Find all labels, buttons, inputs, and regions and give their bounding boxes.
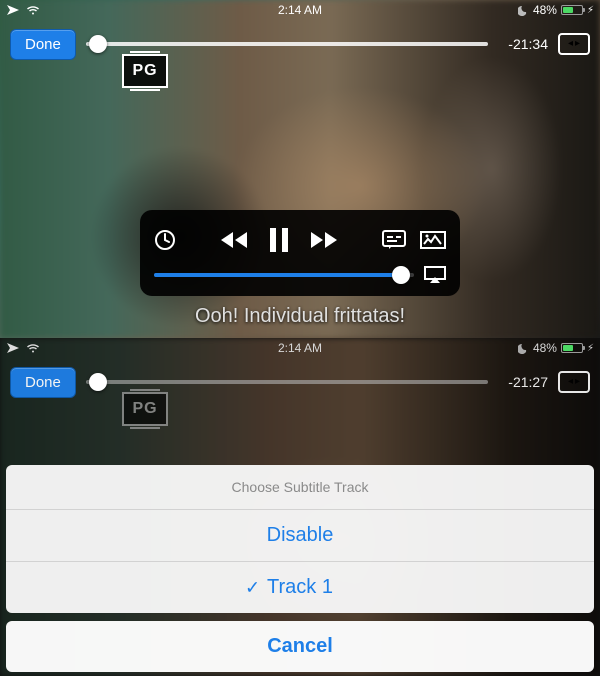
status-bar: 2:14 AM 48% ⚡︎ bbox=[0, 338, 600, 358]
status-left bbox=[6, 342, 40, 354]
status-right: 48% ⚡︎ bbox=[518, 341, 594, 355]
status-right: 48% ⚡︎ bbox=[518, 3, 594, 17]
subtitles-button[interactable] bbox=[382, 230, 406, 250]
battery-fill bbox=[563, 7, 573, 13]
status-time: 2:14 AM bbox=[278, 3, 322, 17]
aspect-ratio-button[interactable] bbox=[420, 231, 446, 249]
airplane-mode-icon bbox=[6, 4, 20, 16]
time-remaining: -21:27 bbox=[498, 374, 548, 390]
player-nav: Done -21:34 ◂▸ bbox=[0, 22, 600, 66]
volume-thumb[interactable] bbox=[392, 266, 410, 284]
progress-track bbox=[86, 42, 488, 46]
airplane-mode-icon bbox=[6, 342, 20, 354]
sheet-option-label: Disable bbox=[267, 524, 334, 546]
done-button[interactable]: Done bbox=[10, 367, 76, 398]
progress-thumb[interactable] bbox=[89, 35, 107, 53]
fullscreen-arrows-icon: ◂▸ bbox=[568, 377, 580, 387]
playback-progress[interactable] bbox=[86, 34, 488, 54]
video-player-top: 2:14 AM 48% ⚡︎ Done -21:34 ◂▸ PG bbox=[0, 0, 600, 338]
volume-slider[interactable] bbox=[154, 273, 414, 277]
battery-icon bbox=[561, 343, 583, 353]
battery-text: 48% bbox=[533, 341, 557, 355]
subtitle-action-sheet: Choose Subtitle Track Disable ✓ Track 1 … bbox=[6, 465, 594, 672]
sheet-option-disable[interactable]: Disable bbox=[6, 510, 594, 562]
pause-button[interactable] bbox=[269, 228, 289, 252]
progress-thumb[interactable] bbox=[89, 373, 107, 391]
fullscreen-button[interactable]: ◂▸ bbox=[558, 33, 590, 55]
sheet-options-group: Choose Subtitle Track Disable ✓ Track 1 bbox=[6, 465, 594, 613]
moon-icon bbox=[518, 343, 529, 354]
playback-controls bbox=[140, 210, 460, 296]
sheet-option-track1[interactable]: ✓ Track 1 bbox=[6, 562, 594, 613]
playback-progress[interactable] bbox=[86, 372, 488, 392]
rewind-button[interactable] bbox=[221, 229, 251, 251]
done-button[interactable]: Done bbox=[10, 29, 76, 60]
sheet-cancel-label: Cancel bbox=[267, 635, 333, 657]
checkmark-icon: ✓ bbox=[245, 577, 260, 598]
status-bar: 2:14 AM 48% ⚡︎ bbox=[0, 0, 600, 20]
airplay-button[interactable] bbox=[424, 266, 446, 284]
battery-text: 48% bbox=[533, 3, 557, 17]
fullscreen-arrows-icon: ◂▸ bbox=[568, 39, 580, 49]
sheet-option-label: Track 1 bbox=[267, 576, 333, 598]
battery-fill bbox=[563, 345, 573, 351]
charging-bolt-icon: ⚡︎ bbox=[587, 343, 594, 354]
controls-row-buttons bbox=[154, 220, 446, 260]
battery-icon bbox=[561, 5, 583, 15]
sheet-title: Choose Subtitle Track bbox=[6, 465, 594, 510]
wifi-icon bbox=[26, 343, 40, 353]
controls-row-volume bbox=[154, 266, 446, 284]
player-nav: Done -21:27 ◂▸ bbox=[0, 360, 600, 404]
moon-icon bbox=[518, 5, 529, 16]
subtitle-caption: Ooh! Individual frittatas! bbox=[195, 305, 405, 328]
progress-track bbox=[86, 380, 488, 384]
status-time: 2:14 AM bbox=[278, 341, 322, 355]
status-left bbox=[6, 4, 40, 16]
fast-forward-button[interactable] bbox=[307, 229, 337, 251]
time-remaining: -21:34 bbox=[498, 36, 548, 52]
video-player-bottom: 2:14 AM 48% ⚡︎ Done -21:27 ◂▸ PG Cho bbox=[0, 338, 600, 676]
charging-bolt-icon: ⚡︎ bbox=[587, 5, 594, 16]
fullscreen-button[interactable]: ◂▸ bbox=[558, 371, 590, 393]
wifi-icon bbox=[26, 5, 40, 15]
sleep-timer-icon[interactable] bbox=[154, 229, 176, 251]
sheet-cancel-button[interactable]: Cancel bbox=[6, 621, 594, 672]
volume-fill bbox=[154, 273, 401, 277]
